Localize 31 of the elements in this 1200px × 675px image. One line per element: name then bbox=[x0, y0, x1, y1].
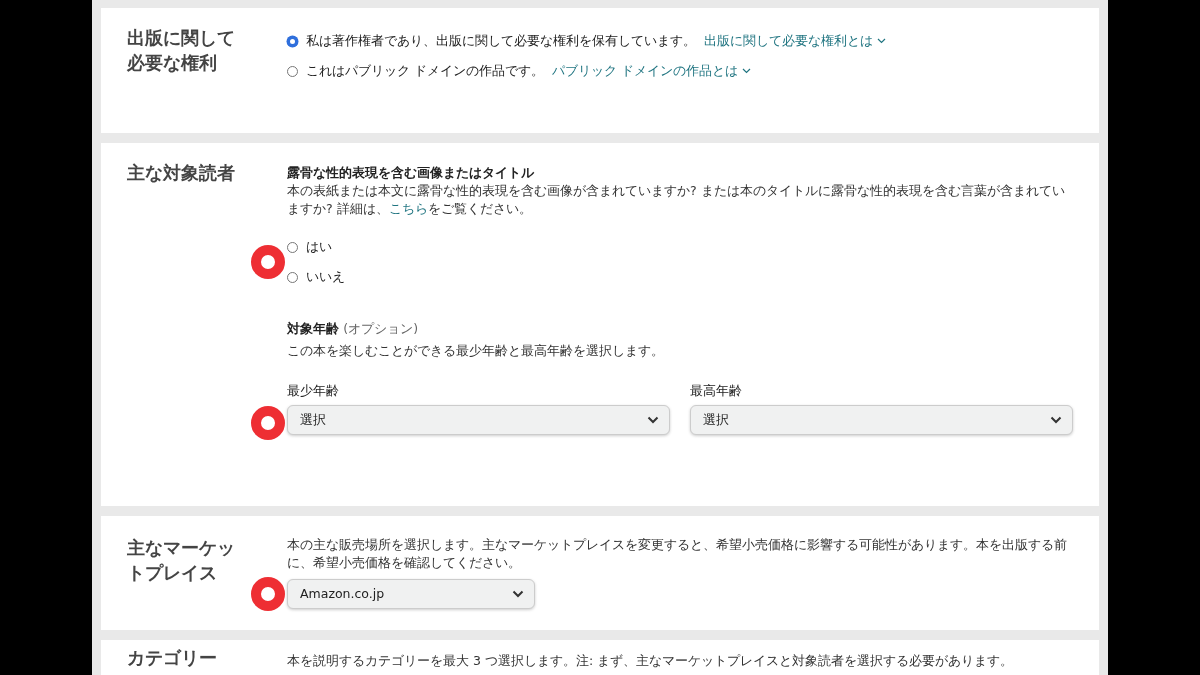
option-label: はい bbox=[306, 238, 332, 256]
chevron-down-icon bbox=[647, 416, 659, 424]
help-link[interactable]: パブリック ドメインの作品とは bbox=[552, 62, 751, 80]
chevron-down-icon bbox=[1050, 416, 1062, 424]
help-link[interactable]: 出版に関して必要な権利とは bbox=[704, 32, 886, 50]
age-dropdown[interactable]: 選択 bbox=[690, 405, 1073, 435]
description-text: 本の表紙または本文に露骨な性的表現を含む画像が含まれていますか? または本のタイトルに露骨な性的表現を含む言葉が含まれていますか? 詳細は、こちら をご覧ください。 bbox=[287, 182, 1066, 218]
option-label: これはパブリック ドメインの作品です。 bbox=[306, 62, 544, 80]
option-label: 私は著作権者であり、出版に関して必要な権利を保有しています。 bbox=[306, 32, 696, 50]
annotation-marker bbox=[251, 406, 285, 440]
annotation-marker bbox=[251, 577, 285, 611]
subsection-heading: 露骨な性的表現を含む画像またはタイトル bbox=[287, 164, 535, 182]
subsection-heading: 対象年齢 (オプション) bbox=[287, 320, 420, 338]
field-label: 最高年齢 bbox=[690, 382, 743, 400]
section-title: 主な対象読者 bbox=[127, 162, 236, 185]
annotation-marker bbox=[251, 245, 285, 279]
section-title: カテゴリー bbox=[127, 647, 218, 670]
caret-icon bbox=[877, 38, 886, 44]
description-text: 本の主な販売場所を選択します。主なマーケットプレイスを変更すると、希望小売価格に影響する可能性があります。本を出版する前に、希望小売価格を確認してください。 bbox=[287, 536, 1068, 572]
section-title: 出版に関して必要な権利 bbox=[127, 27, 236, 75]
details-link[interactable]: こちら bbox=[388, 200, 428, 218]
chevron-down-icon bbox=[512, 590, 524, 598]
field-label: 最少年齢 bbox=[287, 382, 340, 400]
marketplace-dropdown[interactable]: Amazon.co.jp bbox=[287, 579, 535, 609]
description-text: 本を説明するカテゴリーを最大 3 つ選択します。注: まず、主なマーケットプレイスと対象読者を選択する必要があります。 bbox=[287, 652, 1015, 670]
radio-button[interactable] bbox=[287, 35, 298, 47]
section-title: 主なマーケットプレイス bbox=[127, 537, 236, 585]
caret-icon bbox=[741, 68, 751, 74]
description-text: この本を楽しむことができる最少年齢と最高年齢を選択します。 bbox=[287, 342, 665, 360]
age-dropdown[interactable]: 選択 bbox=[287, 405, 670, 435]
option-label: いいえ bbox=[306, 268, 345, 286]
